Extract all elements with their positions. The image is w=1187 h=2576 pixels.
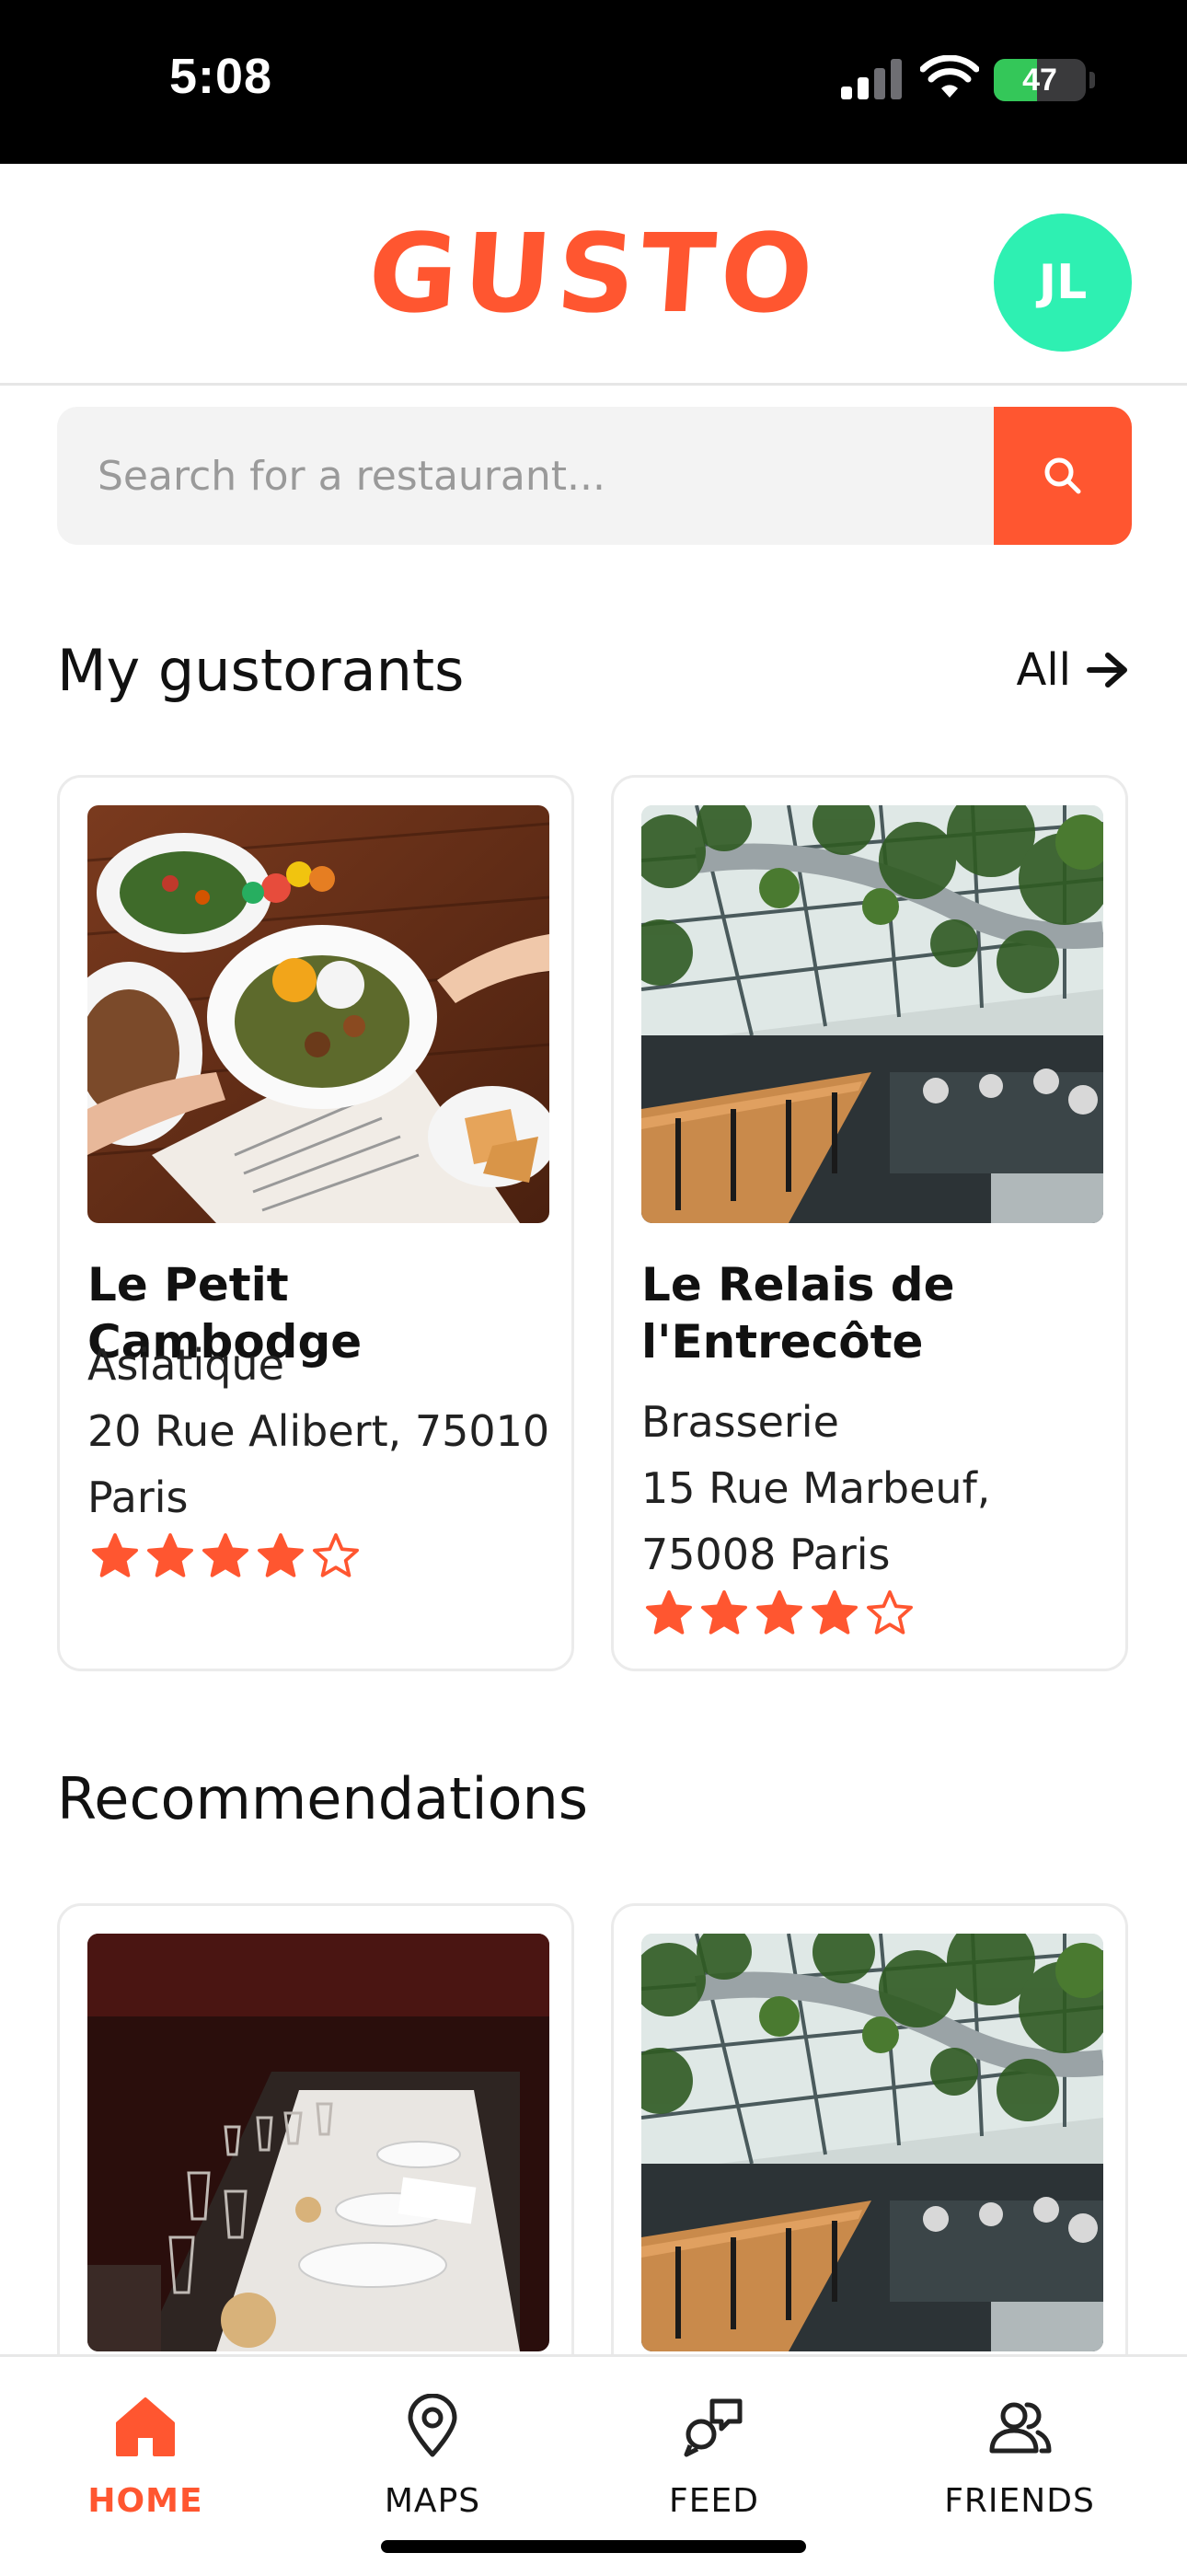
restaurant-image-greenhouse (641, 1934, 1103, 2351)
restaurant-image-greenhouse (641, 805, 1103, 1223)
star-filled-icon (202, 1533, 248, 1577)
star-filled-icon (258, 1533, 304, 1577)
restaurant-name: Le Relais de l'Entrecôte (641, 1258, 955, 1369)
home-indicator[interactable] (381, 2540, 806, 2553)
star-filled-icon (701, 1590, 747, 1635)
star-filled-icon (646, 1590, 692, 1635)
star-filled-icon (812, 1590, 858, 1635)
tab-maps[interactable]: MAPS (322, 2394, 543, 2520)
see-all-label: All (1016, 644, 1071, 696)
restaurant-cuisine: Asiatique (87, 1340, 284, 1390)
map-pin-icon (408, 2394, 457, 2457)
tab-label: MAPS (384, 2482, 481, 2520)
star-outline-icon (313, 1533, 359, 1577)
recommendation-card[interactable] (57, 1903, 574, 2382)
star-rating (91, 1532, 360, 1580)
restaurant-image-dining-room (87, 1934, 549, 2351)
users-icon (989, 2402, 1052, 2454)
arrow-right-icon (1087, 653, 1127, 687)
search-icon (1044, 457, 1081, 494)
restaurant-card[interactable]: Le Relais de l'Entrecôte Brasserie 15 Ru… (611, 775, 1128, 1671)
restaurant-image-food (87, 805, 549, 1223)
battery-percentage: 47 (1022, 63, 1057, 98)
status-bar: 5:08 47 (0, 0, 1187, 164)
tab-label: HOME (87, 2482, 203, 2520)
app-header: GUSTO JL (0, 164, 1187, 386)
status-time: 5:08 (169, 49, 273, 104)
recommendation-card[interactable] (611, 1903, 1128, 2382)
star-filled-icon (147, 1533, 193, 1577)
section-title-recommendations: Recommendations (57, 1765, 589, 1832)
tab-label: FRIENDS (944, 2482, 1095, 2520)
tab-feed[interactable]: FEED (604, 2394, 824, 2520)
battery-cap (1089, 72, 1095, 88)
tab-home[interactable]: HOME (35, 2394, 256, 2520)
restaurant-card[interactable]: Le Petit Cambodge Asiatique 20 Rue Alibe… (57, 775, 574, 1671)
tab-label: FEED (669, 2482, 759, 2520)
restaurant-address: 20 Rue Alibert, 75010 Paris (87, 1406, 550, 1522)
avatar[interactable]: JL (994, 214, 1132, 352)
star-filled-icon (92, 1533, 138, 1577)
see-all-link[interactable]: All (1016, 644, 1130, 696)
restaurant-cuisine: Brasserie (641, 1397, 839, 1447)
star-filled-icon (756, 1590, 802, 1635)
search-button[interactable] (994, 407, 1132, 545)
star-outline-icon (867, 1590, 913, 1635)
search-bar (57, 407, 1132, 545)
chat-bubbles-icon (684, 2398, 743, 2457)
battery-icon: 47 (994, 59, 1086, 101)
star-rating (645, 1589, 914, 1637)
wifi-icon (920, 55, 979, 98)
home-icon (116, 2397, 175, 2456)
cellular-signal-icon (841, 59, 902, 99)
restaurant-address: 15 Rue Marbeuf, 75008 Paris (641, 1463, 991, 1579)
tab-friends[interactable]: FRIENDS (909, 2394, 1130, 2520)
search-input[interactable] (57, 407, 996, 545)
section-title-my-gustorants: My gustorants (57, 637, 465, 704)
